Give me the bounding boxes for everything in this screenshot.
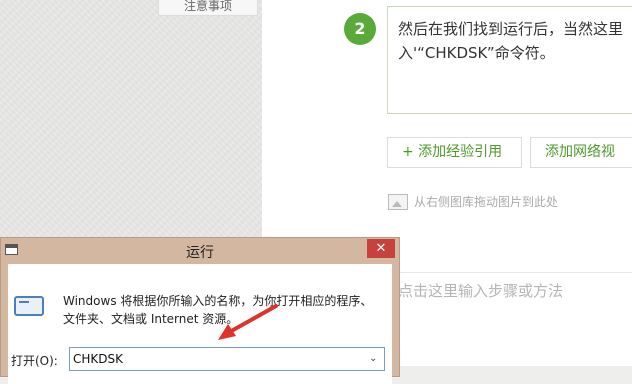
close-button[interactable]: ✕ <box>367 239 395 258</box>
run-dialog-title: 运行 <box>186 245 214 261</box>
chevron-down-icon[interactable]: ⌄ <box>369 353 377 364</box>
step-number-badge: 2 <box>344 13 376 45</box>
add-citation-button[interactable]: + 添加经验引用 <box>387 137 522 168</box>
run-program-icon <box>14 296 44 316</box>
run-dialog-body: Windows 将根据你所输入的名称，为你打开相应的程序、 文件夹、文档或 In… <box>8 264 392 384</box>
step-text-line2: 入'“CHKDSK”命令符。 <box>398 44 555 62</box>
step-input-placeholder[interactable]: 点击这里输入步骤或方法 <box>398 280 563 301</box>
tab-notes[interactable]: 注意事项 <box>158 0 258 16</box>
image-icon <box>388 193 408 210</box>
step-text-line1: 然后在我们找到运行后，当然这里 <box>398 20 624 38</box>
open-field-label: 打开(O): <box>11 354 58 368</box>
tab-notes-label: 注意事项 <box>183 0 232 13</box>
open-command-input[interactable] <box>69 347 385 371</box>
step-text-box[interactable]: 然后在我们找到运行后，当然这里 入'“CHKDSK”命令符。 <box>387 6 632 114</box>
image-drop-hint-text: 从右侧图库拖动图片到此处 <box>414 195 559 209</box>
image-drop-hint: 从右侧图库拖动图片到此处 <box>388 193 558 210</box>
annotation-arrow <box>218 304 278 340</box>
run-dialog: 运行 ✕ Windows 将根据你所输入的名称，为你打开相应的程序、 文件夹、文… <box>0 237 400 384</box>
add-web-video-button[interactable]: 添加网络视 <box>530 137 632 168</box>
run-dialog-titlebar[interactable]: 运行 ✕ <box>1 238 399 264</box>
